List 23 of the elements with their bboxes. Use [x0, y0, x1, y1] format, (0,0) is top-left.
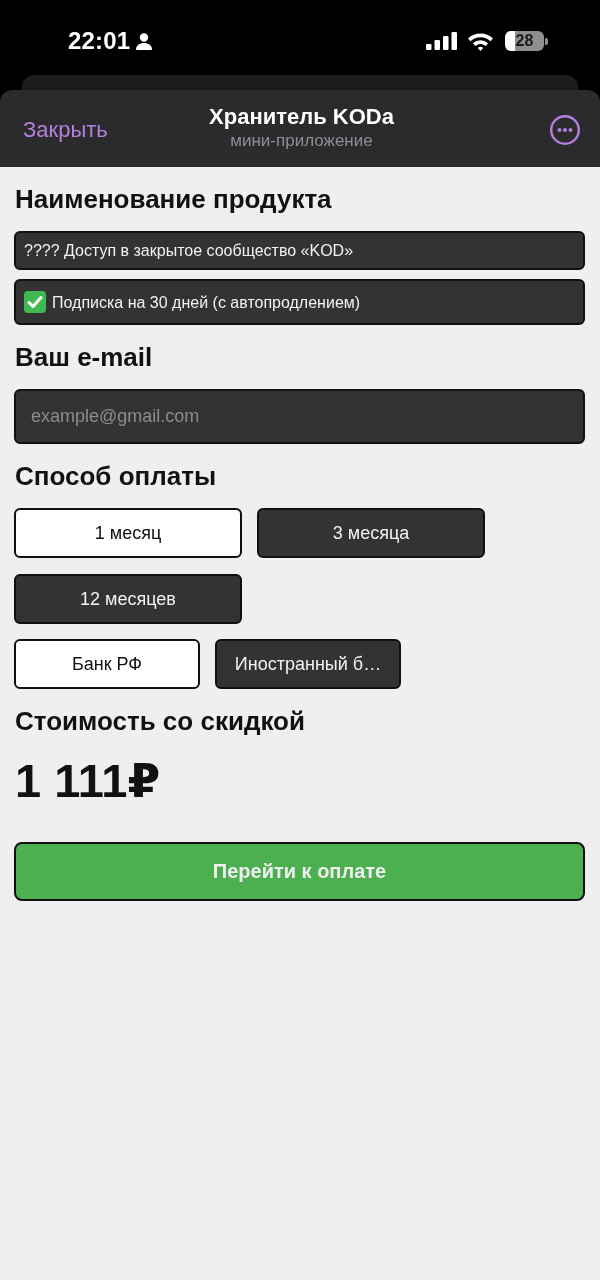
period-option[interactable]: 12 месяцев	[14, 574, 242, 624]
signal-icon	[426, 32, 458, 50]
more-icon[interactable]	[550, 115, 580, 145]
section-heading: Способ оплаты	[15, 460, 218, 492]
status-time: 22:01	[68, 27, 131, 55]
period-option[interactable]: 1 месяц	[14, 508, 242, 558]
product-text: ???? Доступ в закрытое сообщество «KOD»	[24, 241, 354, 260]
product-text: Подписка на 30 дней (с автопродлением)	[52, 292, 361, 312]
section-heading: Наименование продукта	[15, 183, 333, 215]
bank-option[interactable]: Иностранный б…	[215, 639, 401, 689]
section-heading: Ваш e-mail	[15, 341, 154, 373]
app-subtitle: мини-приложение	[230, 129, 373, 152]
wifi-icon	[467, 31, 494, 51]
email-input[interactable]: example@gmail.com	[14, 389, 585, 444]
close-button[interactable]: Закрыть	[23, 116, 108, 143]
price-text: 1 111₽	[15, 753, 161, 809]
person-icon	[136, 32, 153, 50]
section-heading: Стоимость со скидкой	[15, 705, 306, 737]
app-title: Хранитель KODa	[209, 103, 394, 130]
period-option[interactable]: 3 месяца	[257, 508, 485, 558]
battery-indicator: 28	[505, 31, 548, 51]
bank-option[interactable]: Банк РФ	[14, 639, 200, 689]
check-mark-icon	[24, 291, 46, 313]
